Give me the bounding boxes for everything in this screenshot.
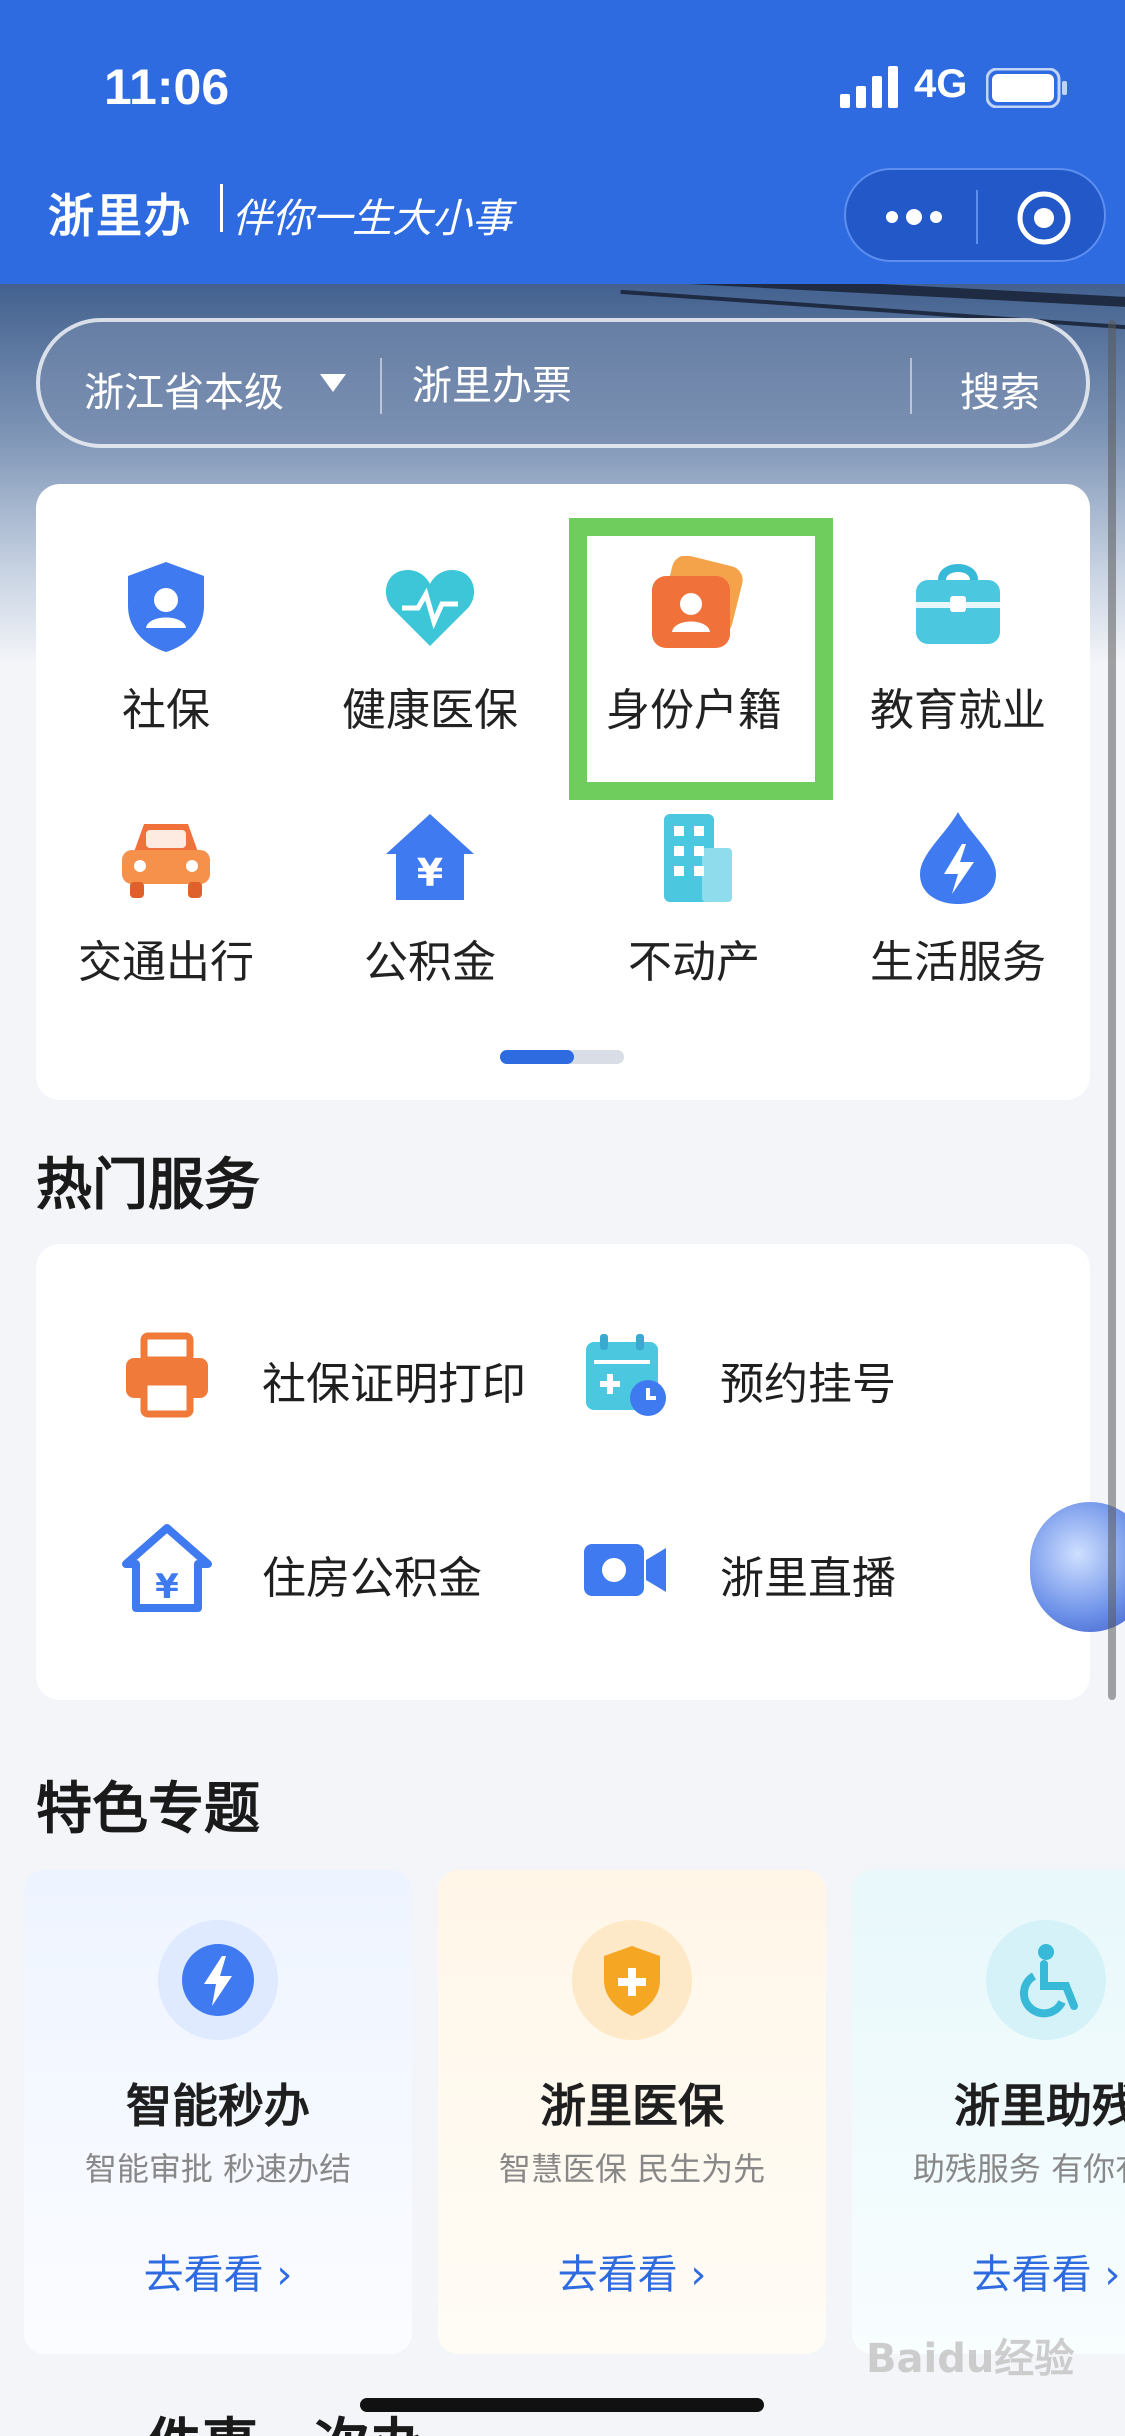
topic-card-smart[interactable]: 智能秒办 智能审批 秒速办结 去看看 › — [24, 1870, 412, 2354]
app-name: 浙里办 — [48, 189, 192, 243]
category-label: 教育就业 — [870, 685, 1046, 736]
highlight-box — [569, 518, 833, 800]
category-social-security[interactable]: 社保 — [36, 556, 296, 776]
svg-text:¥: ¥ — [155, 1567, 179, 1607]
category-label: 公积金 — [364, 937, 496, 988]
region-selector[interactable]: 浙江省本级 — [84, 360, 284, 418]
battery-icon — [986, 68, 1067, 108]
search-divider — [380, 358, 382, 414]
topic-link[interactable]: 去看看 › — [852, 2242, 1125, 2300]
svg-text:¥: ¥ — [417, 851, 443, 895]
home-indicator[interactable] — [360, 2398, 764, 2412]
search-divider — [910, 358, 912, 414]
capsule-divider — [976, 190, 978, 244]
network-type: 4G — [914, 62, 968, 106]
hot-services-card — [36, 1244, 1090, 1700]
app-slogan: 伴你一生大小事 — [232, 196, 512, 242]
house-yen-icon: ¥ — [386, 814, 474, 900]
page-indicator-active — [500, 1050, 574, 1064]
hot-service-label: 浙里直播 — [720, 1553, 896, 1604]
lightning-icon — [182, 1944, 254, 2016]
category-label: 交通出行 — [78, 937, 254, 988]
search-bar: 浙江省本级 搜索 — [36, 318, 1090, 448]
hot-service-label: 社保证明打印 — [262, 1359, 526, 1410]
category-health-insurance[interactable]: 健康医保 — [300, 556, 560, 776]
title-divider — [220, 184, 223, 232]
topic-link[interactable]: 去看看 › — [438, 2242, 826, 2300]
signal-icon — [840, 66, 898, 108]
hot-services-title: 热门服务 — [36, 1153, 260, 1218]
close-target-icon[interactable] — [1016, 190, 1072, 246]
hot-service-housing-fund[interactable]: ¥ 住房公积金 — [122, 1524, 542, 1624]
category-label: 不动产 — [628, 937, 760, 988]
lightning-drop-icon — [920, 812, 996, 904]
video-camera-icon — [584, 1544, 666, 1596]
watermark: Baidu经验 — [866, 2336, 1075, 2382]
caret-down-icon[interactable] — [320, 374, 346, 392]
heart-pulse-icon — [385, 570, 475, 646]
car-icon — [122, 824, 210, 898]
hot-service-social-certificate[interactable]: 社保证明打印 — [122, 1330, 542, 1430]
topic-icon-bg — [572, 1920, 692, 2040]
status-time: 11:06 — [104, 59, 230, 115]
topic-card-medical[interactable]: 浙里医保 智慧医保 民生为先 去看看 › — [438, 1870, 826, 2354]
briefcase-icon — [916, 564, 1000, 644]
topic-icon-bg — [158, 1920, 278, 2040]
topic-subtitle: 智能审批 秒速办结 — [84, 2150, 352, 2188]
building-icon — [664, 814, 732, 902]
topic-title: 浙里助残 — [954, 2079, 1125, 2133]
category-label: 健康医保 — [342, 685, 518, 736]
category-life-services[interactable]: 生活服务 — [828, 808, 1088, 1028]
house-yen-icon: ¥ — [122, 1524, 212, 1612]
page-indicator — [500, 1050, 624, 1064]
shield-person-icon — [128, 562, 204, 652]
calendar-plus-icon — [586, 1334, 666, 1416]
search-input[interactable] — [412, 356, 912, 416]
topic-link[interactable]: 去看看 › — [24, 2242, 412, 2300]
scrollbar[interactable] — [1108, 320, 1116, 1700]
search-button[interactable]: 搜索 — [960, 360, 1040, 418]
printer-icon — [126, 1332, 208, 1418]
category-housing-fund[interactable]: ¥ 公积金 — [300, 808, 560, 1028]
category-education-employment[interactable]: 教育就业 — [828, 556, 1088, 776]
medical-shield-icon — [604, 1946, 660, 2016]
category-transportation[interactable]: 交通出行 — [36, 808, 296, 1028]
category-real-estate[interactable]: 不动产 — [564, 808, 824, 1028]
hot-service-label: 预约挂号 — [720, 1359, 896, 1410]
hot-service-appointment[interactable]: 预约挂号 — [580, 1330, 1000, 1430]
mini-program-capsule — [844, 168, 1106, 262]
topic-title: 浙里医保 — [540, 2079, 724, 2133]
topic-card-disability[interactable]: 浙里助残 助残服务 有你有我 去看看 › — [852, 1870, 1125, 2354]
topic-icon-bg — [986, 1920, 1106, 2040]
wheelchair-icon — [1019, 1944, 1078, 2018]
topic-subtitle: 智慧医保 民生为先 — [498, 2150, 766, 2188]
category-label: 生活服务 — [870, 937, 1046, 988]
more-icon[interactable] — [884, 202, 944, 232]
topics-title: 特色专题 — [36, 1777, 260, 1842]
topic-title: 智能秒办 — [126, 2079, 310, 2133]
hot-service-label: 住房公积金 — [262, 1553, 482, 1604]
top-bar: 11:06 4G 浙里办 伴你一生大小事 — [0, 0, 1125, 284]
topic-subtitle: 助残服务 有你有我 — [912, 2150, 1125, 2188]
category-label: 社保 — [122, 685, 210, 736]
hot-service-live[interactable]: 浙里直播 — [580, 1524, 1000, 1624]
